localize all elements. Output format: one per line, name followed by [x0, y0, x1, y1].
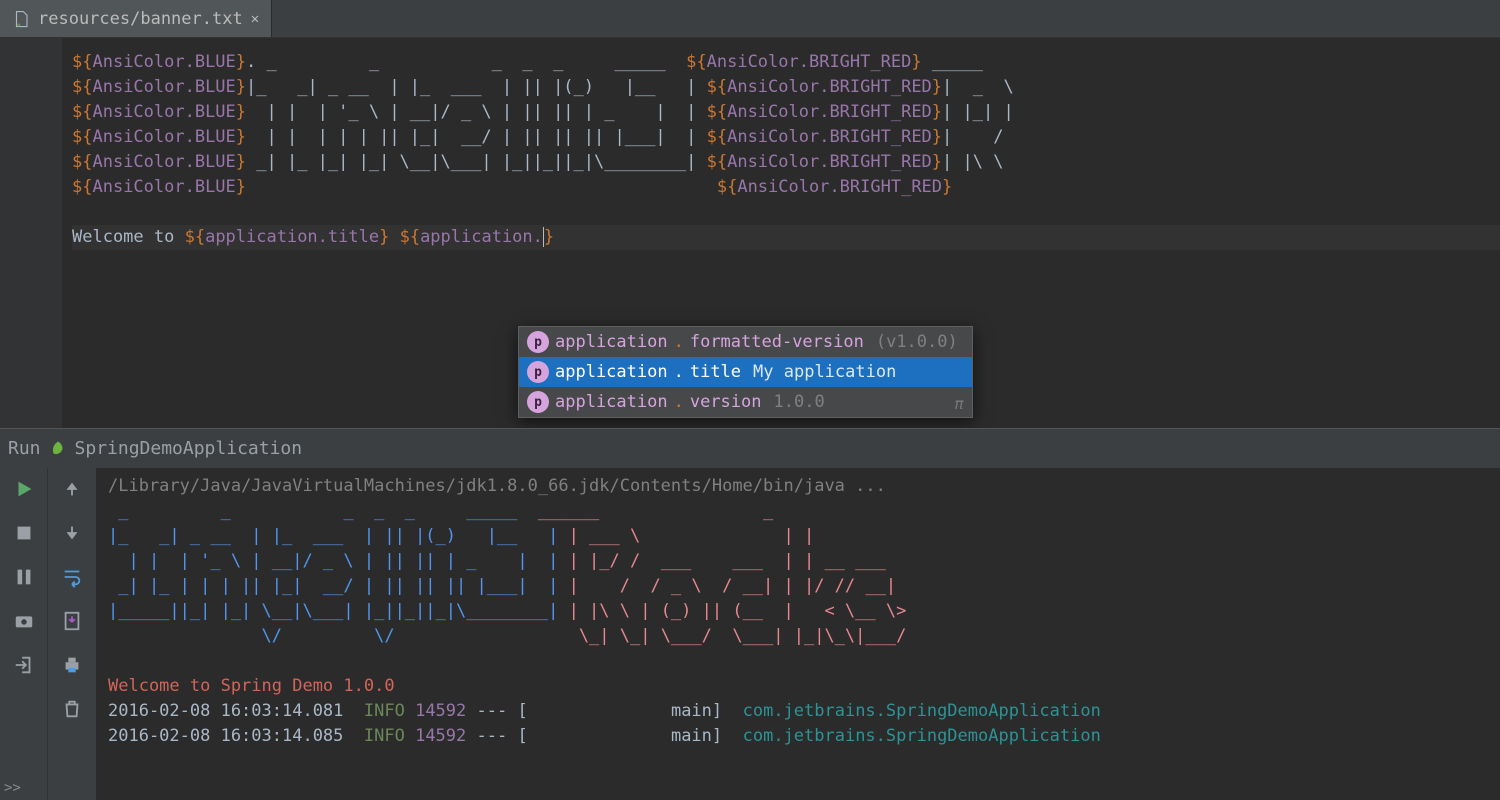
run-tool-header: Run SpringDemoApplication — [0, 428, 1500, 468]
camera-icon[interactable] — [11, 608, 37, 634]
console-actions-col — [48, 468, 96, 800]
editor-area[interactable]: ${AnsiColor.BLUE}. _ _ _ _ _ _____ ${Ans… — [0, 38, 1500, 428]
completion-item[interactable]: papplication.version1.0.0 — [519, 387, 972, 417]
pause-button[interactable] — [11, 564, 37, 590]
expand-chevron-icon[interactable]: >> — [4, 780, 21, 796]
property-badge-icon: p — [527, 391, 549, 413]
soft-wrap-icon[interactable] — [59, 564, 85, 590]
console-output[interactable]: /Library/Java/JavaVirtualMachines/jdk1.8… — [96, 468, 1500, 800]
editor-content[interactable]: ${AnsiColor.BLUE}. _ _ _ _ _ _____ ${Ans… — [72, 44, 1500, 250]
property-badge-icon: p — [527, 361, 549, 383]
print-icon[interactable] — [59, 652, 85, 678]
pi-icon: π — [955, 395, 964, 413]
export-icon[interactable] — [59, 608, 85, 634]
spring-leaf-icon — [49, 440, 67, 458]
autocomplete-popup: papplication.formatted-version(v1.0.0)pa… — [518, 326, 973, 418]
run-actions-col — [0, 468, 48, 800]
file-icon — [12, 10, 30, 28]
editor-tab-bar: resources/banner.txt ✕ — [0, 0, 1500, 38]
exit-icon[interactable] — [11, 652, 37, 678]
stop-button[interactable] — [11, 520, 37, 546]
completion-item[interactable]: papplication.formatted-version(v1.0.0) — [519, 327, 972, 357]
property-badge-icon: p — [527, 331, 549, 353]
tab-banner-txt[interactable]: resources/banner.txt ✕ — [0, 0, 272, 37]
run-button[interactable] — [11, 476, 37, 502]
tab-label: resources/banner.txt — [38, 9, 243, 29]
run-label: Run — [8, 438, 41, 459]
run-tool-body: /Library/Java/JavaVirtualMachines/jdk1.8… — [0, 468, 1500, 800]
scroll-up-icon[interactable] — [59, 476, 85, 502]
close-icon[interactable]: ✕ — [251, 11, 259, 27]
completion-item[interactable]: papplication.titleMy application — [519, 357, 972, 387]
editor-gutter — [0, 38, 62, 428]
scroll-down-icon[interactable] — [59, 520, 85, 546]
run-config-name: SpringDemoApplication — [75, 438, 303, 459]
trash-icon[interactable] — [59, 696, 85, 722]
